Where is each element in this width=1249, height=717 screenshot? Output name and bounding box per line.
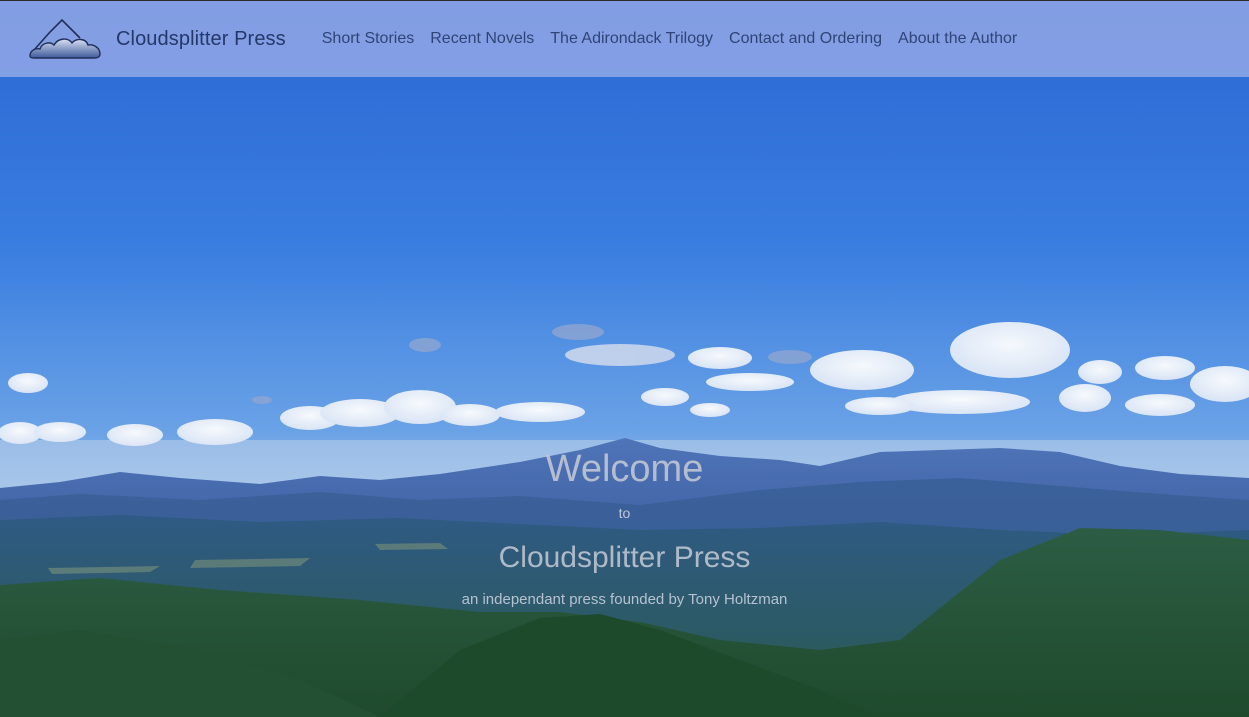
nav-contact-ordering[interactable]: Contact and Ordering [729,30,882,48]
hero-background-image [0,0,1249,717]
landscape-photo [0,0,1249,717]
brand-name: Cloudsplitter Press [116,27,286,50]
nav-about-author[interactable]: About the Author [898,30,1017,48]
welcome-press-name: Cloudsplitter Press [498,541,751,574]
page: Cloudsplitter Press Short Stories Recent… [0,0,1249,717]
mountain-cloud-logo-icon [29,18,101,59]
welcome-heading: Welcome [545,448,704,490]
main-nav: Short Stories Recent Novels The Adironda… [322,30,1033,48]
welcome-tagline: an independant press founded by Tony Hol… [461,591,788,608]
top-navbar: Cloudsplitter Press Short Stories Recent… [0,0,1249,77]
nav-adirondack-trilogy[interactable]: The Adirondack Trilogy [550,30,713,48]
brand-link[interactable]: Cloudsplitter Press [28,18,286,60]
welcome-to-text: to [618,505,631,521]
nav-recent-novels[interactable]: Recent Novels [430,30,534,48]
nav-short-stories[interactable]: Short Stories [322,30,414,48]
